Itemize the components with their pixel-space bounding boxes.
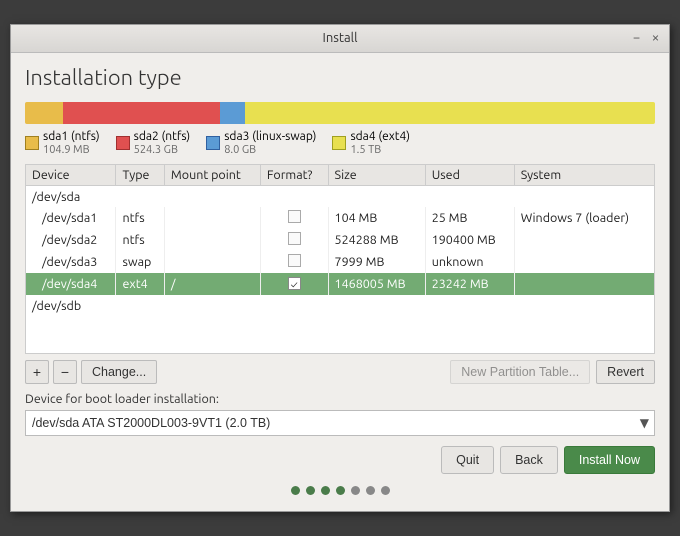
dot-4 (336, 486, 345, 495)
cell-mount: / (164, 273, 260, 295)
legend-item-sda3: sda3 (linux-swap) 8.0 GB (206, 130, 316, 156)
add-partition-button[interactable]: + (25, 360, 49, 384)
table-row[interactable]: /dev/sda3 swap 7999 MB unknown (26, 251, 654, 273)
legend-label-sda1: sda1 (ntfs) 104.9 MB (43, 130, 100, 156)
cell-format (260, 251, 328, 273)
close-button[interactable]: × (648, 29, 663, 47)
partition-segment-sda2 (63, 102, 221, 124)
legend-color-sda2 (116, 136, 130, 150)
table-row[interactable]: /dev/sda1 ntfs 104 MB 25 MB Windows 7 (l… (26, 207, 654, 229)
group-label-sda: /dev/sda (26, 185, 654, 207)
cell-size: 1468005 MB (328, 273, 425, 295)
dot-2 (306, 486, 315, 495)
format-checkbox-sda2[interactable] (288, 232, 301, 245)
cell-used: 190400 MB (425, 229, 514, 251)
cell-system (514, 251, 654, 273)
legend-label-sda4: sda4 (ext4) 1.5 TB (350, 130, 410, 156)
cell-size: 524288 MB (328, 229, 425, 251)
dot-3 (321, 486, 330, 495)
cell-device: /dev/sda2 (26, 229, 116, 251)
cell-format: ✓ (260, 273, 328, 295)
dot-5 (351, 486, 360, 495)
partition-controls: + − Change... New Partition Table... Rev… (25, 360, 655, 384)
cell-size: 7999 MB (328, 251, 425, 273)
cell-format (260, 229, 328, 251)
partition-segment-sda4 (245, 102, 655, 124)
cell-system: Windows 7 (loader) (514, 207, 654, 229)
new-partition-table-button[interactable]: New Partition Table... (450, 360, 590, 384)
cell-device: /dev/sda1 (26, 207, 116, 229)
change-partition-button[interactable]: Change... (81, 360, 157, 384)
cell-used: unknown (425, 251, 514, 273)
cell-device: /dev/sda3 (26, 251, 116, 273)
partition-bar (25, 102, 655, 124)
table-row[interactable]: /dev/sdb (26, 295, 654, 317)
legend-color-sda4 (332, 136, 346, 150)
col-type: Type (116, 165, 164, 186)
cell-mount (164, 251, 260, 273)
cell-mount (164, 207, 260, 229)
table-row[interactable]: /dev/sda4 ext4 / ✓ 1468005 MB 23242 MB (26, 273, 654, 295)
dot-1 (291, 486, 300, 495)
bootloader-select-wrapper: /dev/sda ATA ST2000DL003-9VT1 (2.0 TB) ▼ (25, 410, 655, 436)
format-checkbox-sda1[interactable] (288, 210, 301, 223)
partition-table-wrapper: Device Type Mount point Format? Size Use… (25, 164, 655, 355)
cell-format (260, 207, 328, 229)
minimize-button[interactable]: − (629, 29, 644, 47)
table-row (26, 317, 654, 353)
titlebar: Install − × (11, 25, 669, 53)
col-mount: Mount point (164, 165, 260, 186)
cell-system (514, 273, 654, 295)
install-now-button[interactable]: Install Now (564, 446, 655, 474)
format-checkbox-sda3[interactable] (288, 254, 301, 267)
col-format: Format? (260, 165, 328, 186)
revert-button[interactable]: Revert (596, 360, 655, 384)
table-row[interactable]: /dev/sda2 ntfs 524288 MB 190400 MB (26, 229, 654, 251)
quit-button[interactable]: Quit (441, 446, 494, 474)
page-title: Installation type (25, 65, 655, 90)
window-title: Install (323, 31, 358, 45)
legend-color-sda3 (206, 136, 220, 150)
cell-type: ext4 (116, 273, 164, 295)
cell-type: swap (116, 251, 164, 273)
legend-item-sda4: sda4 (ext4) 1.5 TB (332, 130, 410, 156)
back-button[interactable]: Back (500, 446, 558, 474)
cell-type: ntfs (116, 229, 164, 251)
col-system: System (514, 165, 654, 186)
cell-device: /dev/sda4 (26, 273, 116, 295)
dot-7 (381, 486, 390, 495)
partition-segment-sda3 (220, 102, 245, 124)
format-checkbox-sda4[interactable]: ✓ (288, 277, 301, 290)
bootloader-select[interactable]: /dev/sda ATA ST2000DL003-9VT1 (2.0 TB) (25, 410, 655, 436)
table-row[interactable]: /dev/sda (26, 185, 654, 207)
partition-table: Device Type Mount point Format? Size Use… (26, 165, 654, 354)
cell-mount (164, 229, 260, 251)
dot-6 (366, 486, 375, 495)
cell-type: ntfs (116, 207, 164, 229)
legend-item-sda2: sda2 (ntfs) 524.3 GB (116, 130, 191, 156)
legend-label-sda3: sda3 (linux-swap) 8.0 GB (224, 130, 316, 156)
col-device: Device (26, 165, 116, 186)
table-header-row: Device Type Mount point Format? Size Use… (26, 165, 654, 186)
empty-row (26, 317, 654, 353)
progress-dots (25, 482, 655, 501)
col-used: Used (425, 165, 514, 186)
cell-size: 104 MB (328, 207, 425, 229)
cell-used: 23242 MB (425, 273, 514, 295)
cell-used: 25 MB (425, 207, 514, 229)
legend-item-sda1: sda1 (ntfs) 104.9 MB (25, 130, 100, 156)
group-label-sdb: /dev/sdb (26, 295, 654, 317)
action-buttons-row: Quit Back Install Now (25, 446, 655, 474)
col-size: Size (328, 165, 425, 186)
bootloader-label: Device for boot loader installation: (25, 392, 655, 406)
partition-legend: sda1 (ntfs) 104.9 MB sda2 (ntfs) 524.3 G… (25, 130, 655, 156)
remove-partition-button[interactable]: − (53, 360, 77, 384)
legend-label-sda2: sda2 (ntfs) 524.3 GB (134, 130, 191, 156)
legend-color-sda1 (25, 136, 39, 150)
cell-system (514, 229, 654, 251)
partition-segment-sda1 (25, 102, 63, 124)
